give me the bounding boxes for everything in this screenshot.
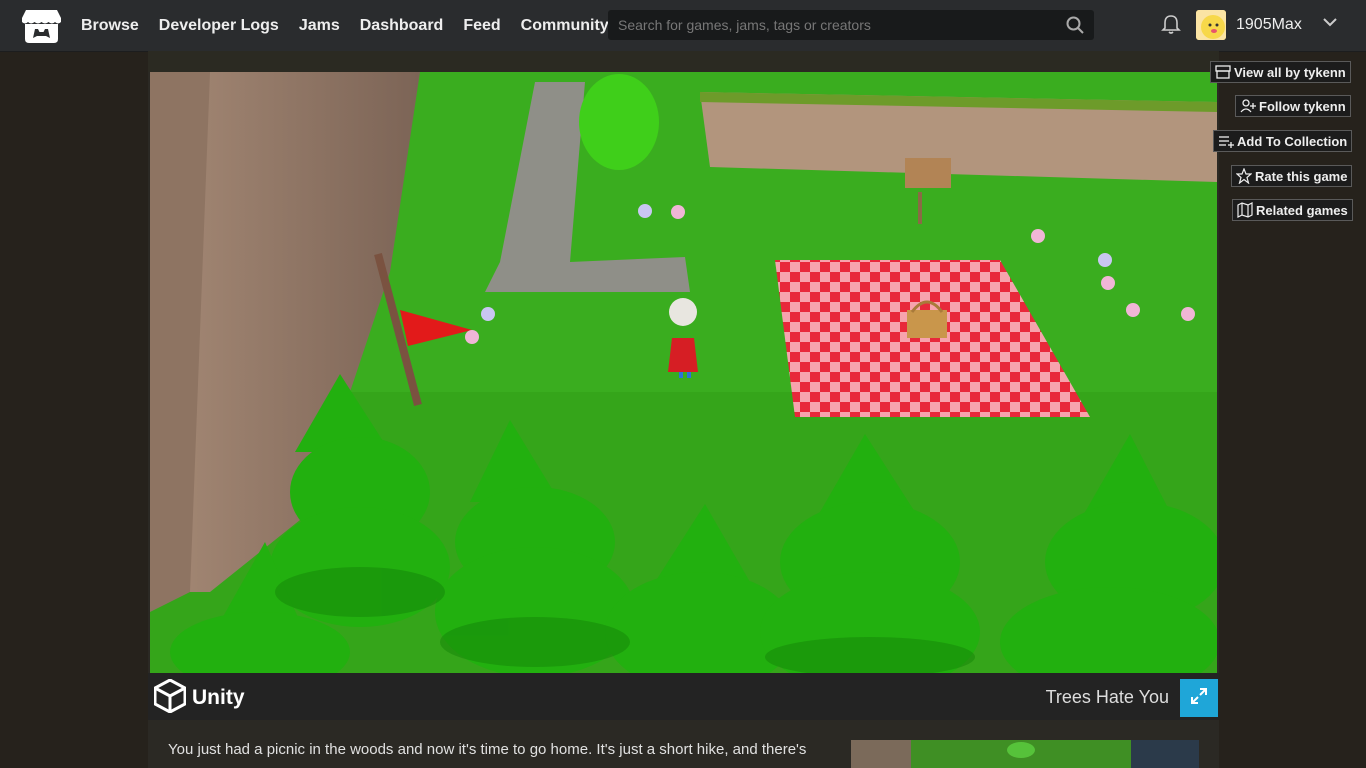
nav-dashboard[interactable]: Dashboard xyxy=(360,17,444,35)
top-navigation-bar: Browse Developer Logs Jams Dashboard Fee… xyxy=(0,0,1366,52)
nav-developer-logs[interactable]: Developer Logs xyxy=(159,17,279,35)
related-games-button[interactable]: Related games xyxy=(1232,199,1353,221)
fullscreen-button[interactable] xyxy=(1180,679,1218,717)
itchio-store-icon xyxy=(1215,65,1231,79)
game-description: You just had a picnic in the woods and n… xyxy=(168,741,807,758)
add-to-collection-button[interactable]: Add To Collection xyxy=(1213,130,1353,152)
unity-player-footer: Unity Trees Hate You xyxy=(148,673,1219,720)
screenshot-thumbnail[interactable] xyxy=(851,740,1199,768)
game-canvas[interactable] xyxy=(150,72,1217,673)
username-label[interactable]: 1905Max xyxy=(1236,16,1302,34)
engine-label: Unity xyxy=(192,686,245,709)
nav-feed[interactable]: Feed xyxy=(463,17,500,35)
expand-icon xyxy=(1189,686,1209,711)
main-nav: Browse Developer Logs Jams Dashboard Fee… xyxy=(81,0,629,51)
related-label: Related games xyxy=(1256,202,1348,218)
nav-browse[interactable]: Browse xyxy=(81,17,139,35)
view-all-label: View all by tykenn xyxy=(1234,64,1346,80)
chevron-down-icon[interactable] xyxy=(1321,16,1339,30)
itchio-logo-icon[interactable] xyxy=(22,8,61,43)
player-game-title: Trees Hate You xyxy=(1045,687,1169,707)
search-icon[interactable] xyxy=(1066,16,1084,34)
rate-game-button[interactable]: Rate this game xyxy=(1231,165,1353,187)
game-frame-top-strip xyxy=(148,51,1219,72)
nav-community[interactable]: Community xyxy=(521,17,609,35)
rate-label: Rate this game xyxy=(1255,168,1348,184)
unity-cube-icon xyxy=(153,677,187,718)
game-page-column: Unity Trees Hate You You just had a picn… xyxy=(148,51,1219,768)
view-all-by-author-button[interactable]: View all by tykenn xyxy=(1210,61,1351,83)
add-to-list-icon xyxy=(1219,136,1234,148)
search-box xyxy=(608,10,1094,40)
star-icon xyxy=(1236,168,1252,184)
follow-author-button[interactable]: Follow tykenn xyxy=(1235,95,1351,117)
notifications-bell-icon[interactable] xyxy=(1160,13,1182,35)
add-user-icon xyxy=(1240,99,1256,113)
search-input[interactable] xyxy=(608,10,1048,40)
map-icon xyxy=(1237,202,1253,218)
user-avatar[interactable] xyxy=(1196,10,1226,40)
follow-label: Follow tykenn xyxy=(1259,98,1346,114)
nav-jams[interactable]: Jams xyxy=(299,17,340,35)
add-collection-label: Add To Collection xyxy=(1237,133,1348,149)
unity-logo: Unity xyxy=(153,677,245,718)
